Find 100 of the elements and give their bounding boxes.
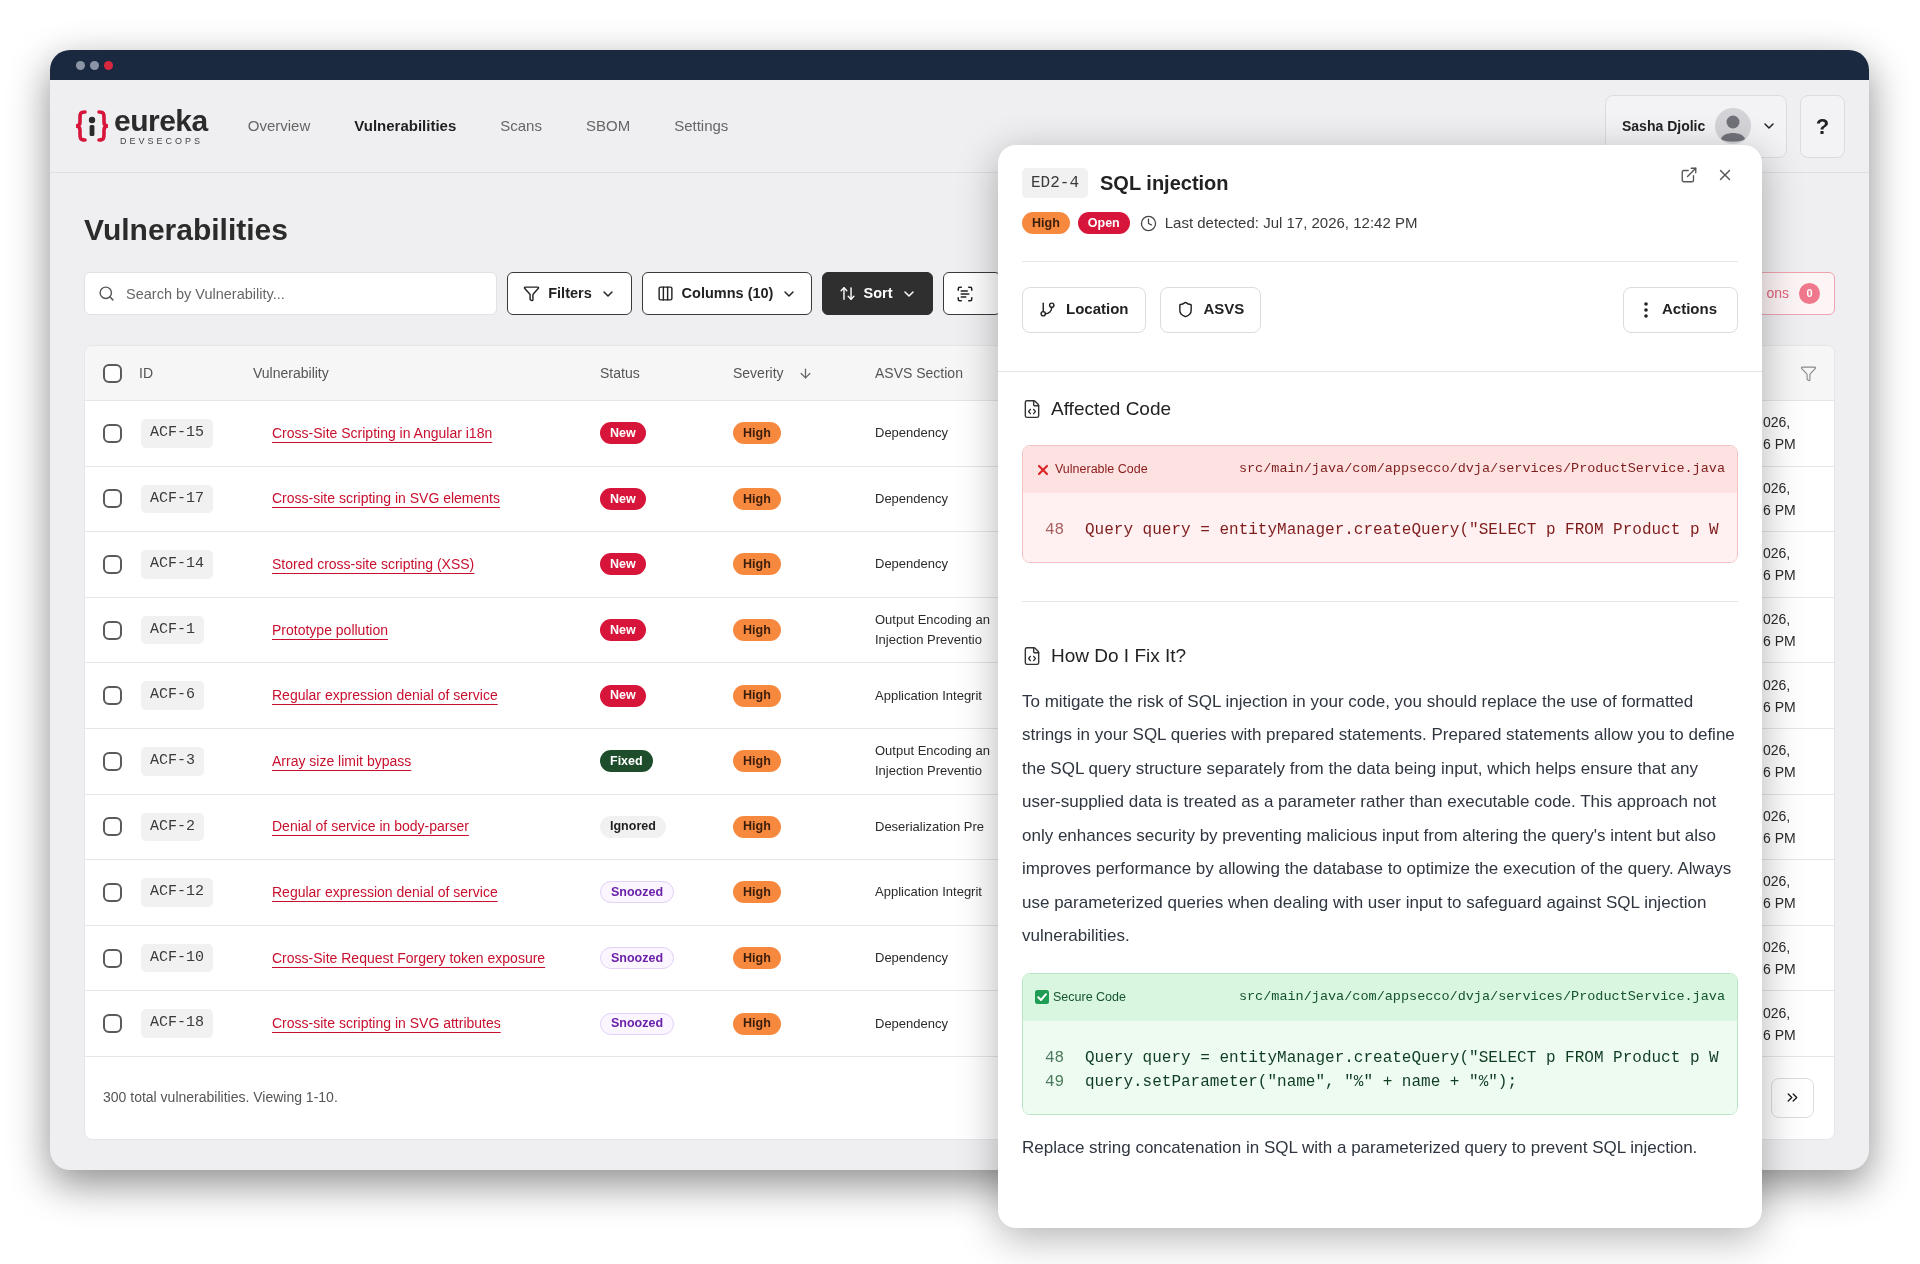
panel-tab-button[interactable]: ASVS	[1159, 286, 1262, 333]
asvs-section-text: Application Integrit	[875, 883, 982, 902]
shield-icon	[1176, 301, 1194, 318]
scan-icon	[956, 284, 974, 303]
code-file-icon	[1022, 646, 1042, 667]
date-text: 026, 6 PM	[1763, 478, 1796, 520]
window-control-icon[interactable]	[76, 60, 85, 70]
nav-link[interactable]: Overview	[247, 114, 311, 138]
panel-tab-button[interactable]: Location	[1022, 286, 1146, 333]
vulnerability-link[interactable]: Prototype pollution	[272, 619, 388, 641]
id-tag: ACF-1	[141, 615, 204, 645]
file-path: src/main/java/com/appsecco/dvja/services/ProductService.java	[1238, 987, 1725, 1006]
severity-badge: High	[733, 881, 781, 904]
column-header[interactable]: ID	[139, 362, 153, 384]
sort-button[interactable]: Sort	[822, 272, 933, 315]
sort-down-icon[interactable]	[797, 365, 813, 381]
date-text: 026, 6 PM	[1763, 806, 1796, 848]
nav-link[interactable]: Settings	[674, 114, 729, 138]
severity-badge: High	[733, 422, 781, 445]
checkbox[interactable]	[103, 751, 122, 771]
section-heading: How Do I Fix It?	[1051, 644, 1187, 668]
id-tag: ACF-6	[141, 681, 204, 710]
column-header[interactable]: Severity	[733, 362, 784, 384]
checkbox[interactable]	[103, 817, 122, 837]
vulnerability-link[interactable]: Regular expression denial of service	[272, 881, 498, 903]
actions-button[interactable]: Actions	[1623, 286, 1738, 333]
status-badge: New	[600, 553, 646, 576]
filter-icon[interactable]	[1800, 364, 1817, 382]
severity-badge: High	[733, 750, 781, 773]
clock-icon	[1139, 214, 1157, 232]
id-tag: ACF-14	[141, 550, 213, 579]
date-text: 026, 6 PM	[1763, 938, 1796, 980]
status-badge: New	[600, 684, 646, 707]
columns-button[interactable]: Columns (10)	[642, 272, 812, 315]
status-badge: New	[600, 487, 646, 510]
selection-label: ons	[1766, 284, 1789, 303]
external-link-icon[interactable]	[1680, 166, 1698, 184]
checkbox[interactable]	[103, 489, 122, 509]
line-number: 48	[1045, 520, 1066, 541]
branch-icon	[1039, 301, 1056, 318]
vulnerability-link[interactable]: Cross-site scripting in SVG attributes	[272, 1013, 501, 1035]
help-button[interactable]: ?	[1800, 94, 1845, 158]
nav-link[interactable]: Scans	[500, 114, 542, 138]
checkbox[interactable]	[103, 1014, 122, 1034]
checkbox[interactable]	[103, 555, 122, 574]
code-line: Query query = entityManager.createQuery("SELECT p FROM Product p W	[1085, 520, 1719, 541]
last-detected-text: Last detected: Jul 17, 2026, 12:42 PM	[1164, 213, 1418, 233]
id-tag: ACF-3	[141, 747, 204, 776]
vulnerability-link[interactable]: Stored cross-site scripting (XSS)	[272, 554, 475, 575]
date-text: 026, 6 PM	[1763, 872, 1796, 914]
sort-arrows-icon	[838, 285, 856, 302]
checkbox[interactable]	[103, 882, 122, 902]
vulnerability-link[interactable]: Regular expression denial of service	[272, 685, 498, 707]
vulnerability-link[interactable]: Cross-Site Request Forgery token exposure	[272, 947, 546, 969]
user-name: Sasha Djolic	[1622, 116, 1706, 136]
page-title: Vulnerabilities	[84, 212, 288, 248]
checkbox[interactable]	[103, 686, 122, 706]
logo-icon	[74, 108, 110, 144]
filters-button[interactable]: Filters	[507, 272, 632, 315]
user-avatar-icon	[1715, 108, 1752, 144]
severity-badge: High	[1022, 212, 1070, 235]
column-header[interactable]: ASVS Section	[875, 362, 963, 384]
asvs-section-text: Dependency	[875, 424, 948, 443]
vulnerability-link[interactable]: Cross-site scripting in SVG elements	[272, 488, 500, 510]
search-field[interactable]: Search by Vulnerability...	[84, 272, 497, 315]
checkbox[interactable]	[103, 620, 122, 640]
date-text: 026, 6 PM	[1763, 610, 1796, 652]
window-control-icon[interactable]	[104, 60, 113, 70]
severity-badge: High	[733, 815, 781, 838]
severity-badge: High	[733, 487, 781, 510]
id-tag: ACF-10	[141, 943, 213, 973]
fix-description: To mitigate the risk of SQL injection in your code, you should replace the use of formatted strings in your SQL queries with prepared statements. Prepared statements allow you to define the SQL query structure separately from the data being input, which helps ensure that any user-supplied data is treated as a parameter rather than executable code. This approach not only enhances security by preventing malicious input from altering the query's intent but also improves performance by allowing the database to optimize the execution of the query. Always use parameterized queries when dealing with user input to safeguard against SQL injection vulnerabilities.	[1022, 690, 1736, 947]
brand-name: eureka	[114, 105, 208, 136]
checkbox[interactable]	[103, 948, 122, 968]
status-badge: Snoozed	[600, 947, 675, 970]
status-badge: Snoozed	[600, 1012, 675, 1035]
checkbox[interactable]	[103, 363, 122, 383]
vulnerability-link[interactable]: Cross-Site Scripting in Angular i18n	[272, 422, 493, 444]
column-header[interactable]: Status	[600, 362, 640, 384]
results-summary: 300 total vulnerabilities. Viewing 1-10.	[103, 1088, 338, 1108]
status-badge: Open	[1077, 212, 1130, 235]
window-control-icon[interactable]	[90, 60, 99, 70]
code-line: Query query = entityManager.createQuery("SELECT p FROM Product p W	[1085, 1047, 1719, 1069]
line-number: 49	[1045, 1071, 1066, 1093]
status-badge: New	[600, 422, 646, 445]
filter-icon	[523, 285, 541, 302]
status-badge: Ignored	[600, 815, 666, 838]
checkbox[interactable]	[103, 423, 122, 443]
code-file-icon	[1022, 398, 1042, 419]
vulnerability-link[interactable]: Array size limit bypass	[272, 750, 412, 772]
file-path: src/main/java/com/appsecco/dvja/services/ProductService.java	[1238, 460, 1725, 479]
code-line: query.setParameter("name", "%" + name + "%");	[1085, 1071, 1518, 1093]
nav-link[interactable]: SBOM	[585, 114, 631, 138]
scan-button[interactable]	[943, 272, 1001, 315]
fix-note: Replace string concatenation in SQL with a parameterized query to prevent SQL injection.	[1022, 1136, 1699, 1159]
column-header[interactable]: Vulnerability	[253, 362, 329, 384]
severity-badge: High	[733, 947, 781, 970]
vulnerability-link[interactable]: Denial of service in body-parser	[272, 816, 469, 838]
date-text: 026, 6 PM	[1763, 675, 1796, 717]
nav-link[interactable]: Vulnerabilities	[354, 114, 457, 138]
